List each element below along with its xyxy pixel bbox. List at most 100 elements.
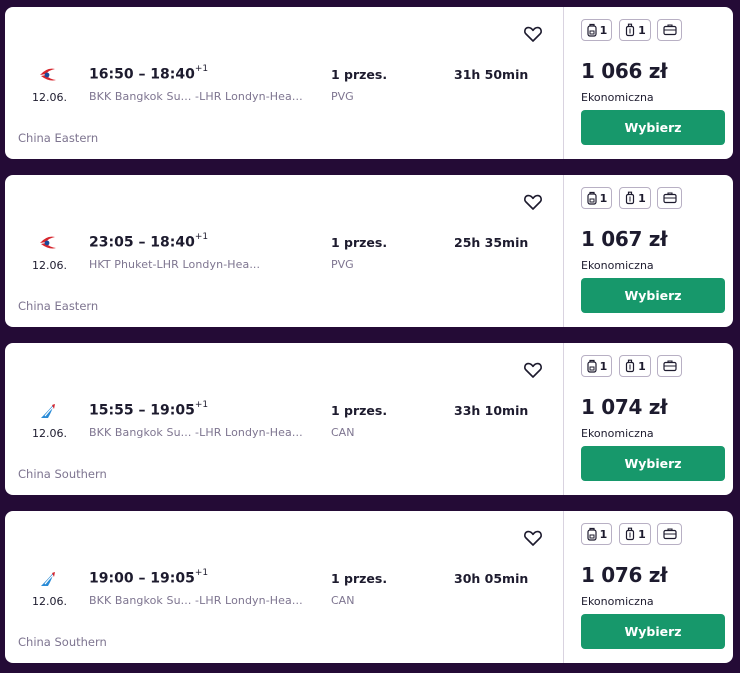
stops-count: 1 przes. [331,67,388,82]
cabin-bag-badge[interactable]: 1 [619,355,651,377]
route-airports: BKK Bangkok Su... -LHR Londyn-Hea... [89,594,303,607]
checked-bag-icon [662,528,677,540]
airline-name: China Southern [18,635,107,649]
price-panel: 1 1 1 076 zł Ekonomiczna Wybierz [564,511,733,663]
flight-duration: 33h 10min [454,403,529,418]
china-southern-logo [41,404,55,418]
backpack-icon [587,23,597,37]
cabin-bag-count: 1 [638,191,646,205]
layover-airport: CAN [331,426,355,439]
china-eastern-logo [40,236,56,249]
price-panel: 1 1 1 067 zł Ekonomiczna Wybierz [564,175,733,327]
select-flight-button[interactable]: Wybierz [581,110,725,145]
departure-date: 12.06. [32,91,67,104]
heart-outline-icon[interactable] [523,192,543,212]
stops-count: 1 przes. [331,571,388,586]
departure-date: 12.06. [32,595,67,608]
checked-bag-badge[interactable] [657,523,682,545]
cabin-suitcase-icon [626,191,635,205]
select-flight-button[interactable]: Wybierz [581,446,725,481]
price: 1 067 zł [581,227,668,251]
personal-item-badge[interactable]: 1 [581,19,612,41]
flight-duration: 31h 50min [454,67,529,82]
fare-class: Ekonomiczna [581,259,654,272]
cabin-bag-count: 1 [638,359,646,373]
price: 1 074 zł [581,395,668,419]
backpack-icon [587,527,597,541]
stops-count: 1 przes. [331,235,388,250]
price: 1 066 zł [581,59,668,83]
personal-item-count: 1 [599,23,608,37]
flight-duration: 25h 35min [454,235,529,250]
china-eastern-logo [40,68,56,81]
flight-details: 12.06. 16:50 – 18:40+1 BKK Bangkok Su...… [5,7,563,159]
china-southern-logo [41,572,55,586]
personal-item-count: 1 [599,527,608,541]
airline-name: China Eastern [18,299,99,313]
airline-name: China Southern [18,467,107,481]
route-airports: BKK Bangkok Su... -LHR Londyn-Hea... [89,90,303,103]
flight-results-list: 12.06. 16:50 – 18:40+1 BKK Bangkok Su...… [0,0,740,673]
route-airports: HKT Phuket-LHR Londyn-Hea... [89,258,261,271]
cabin-suitcase-icon [626,23,635,37]
cabin-bag-count: 1 [638,527,646,541]
cabin-bag-badge[interactable]: 1 [619,19,651,41]
layover-airport: CAN [331,594,355,607]
backpack-icon [587,359,597,373]
flight-card[interactable]: 12.06. 16:50 – 18:40+1 BKK Bangkok Su...… [5,7,733,159]
flight-times: 23:05 – 18:40+1 [89,232,209,251]
route-airports: BKK Bangkok Su... -LHR Londyn-Hea... [89,426,303,439]
personal-item-badge[interactable]: 1 [581,355,612,377]
time-range: 23:05 – 18:40 [89,234,195,251]
flight-details: 12.06. 23:05 – 18:40+1 HKT Phuket-LHR Lo… [5,175,563,327]
departure-date: 12.06. [32,427,67,440]
flight-card[interactable]: 12.06. 15:55 – 19:05+1 BKK Bangkok Su...… [5,343,733,495]
time-range: 15:55 – 19:05 [89,402,195,419]
checked-bag-badge[interactable] [657,355,682,377]
cabin-bag-count: 1 [638,23,646,37]
heart-outline-icon[interactable] [523,528,543,548]
personal-item-badge[interactable]: 1 [581,523,612,545]
select-flight-button[interactable]: Wybierz [581,614,725,649]
personal-item-badge[interactable]: 1 [581,187,612,209]
price-panel: 1 1 1 074 zł Ekonomiczna Wybierz [564,343,733,495]
flight-times: 16:50 – 18:40+1 [89,64,209,83]
flight-card[interactable]: 12.06. 19:00 – 19:05+1 BKK Bangkok Su...… [5,511,733,663]
heart-outline-icon[interactable] [523,24,543,44]
cabin-bag-badge[interactable]: 1 [619,523,651,545]
personal-item-count: 1 [599,359,608,373]
day-offset: +1 [194,400,209,410]
personal-item-count: 1 [599,191,608,205]
checked-bag-badge[interactable] [657,19,682,41]
checked-bag-icon [662,24,677,36]
flight-times: 15:55 – 19:05+1 [89,400,209,419]
cabin-suitcase-icon [626,359,635,373]
day-offset: +1 [194,568,209,578]
cabin-suitcase-icon [626,527,635,541]
layover-airport: PVG [331,90,354,103]
time-range: 19:00 – 19:05 [89,570,195,587]
cabin-bag-badge[interactable]: 1 [619,187,651,209]
flight-card[interactable]: 12.06. 23:05 – 18:40+1 HKT Phuket-LHR Lo… [5,175,733,327]
day-offset: +1 [194,232,209,242]
day-offset: +1 [194,64,209,74]
fare-class: Ekonomiczna [581,427,654,440]
price: 1 076 zł [581,563,668,587]
stops-count: 1 przes. [331,403,388,418]
checked-bag-icon [662,360,677,372]
layover-airport: PVG [331,258,354,271]
flight-details: 12.06. 19:00 – 19:05+1 BKK Bangkok Su...… [5,511,563,663]
fare-class: Ekonomiczna [581,595,654,608]
fare-class: Ekonomiczna [581,91,654,104]
flight-duration: 30h 05min [454,571,529,586]
backpack-icon [587,191,597,205]
heart-outline-icon[interactable] [523,360,543,380]
departure-date: 12.06. [32,259,67,272]
airline-name: China Eastern [18,131,99,145]
flight-times: 19:00 – 19:05+1 [89,568,209,587]
checked-bag-badge[interactable] [657,187,682,209]
flight-details: 12.06. 15:55 – 19:05+1 BKK Bangkok Su...… [5,343,563,495]
select-flight-button[interactable]: Wybierz [581,278,725,313]
checked-bag-icon [662,192,677,204]
price-panel: 1 1 1 066 zł Ekonomiczna Wybierz [564,7,733,159]
